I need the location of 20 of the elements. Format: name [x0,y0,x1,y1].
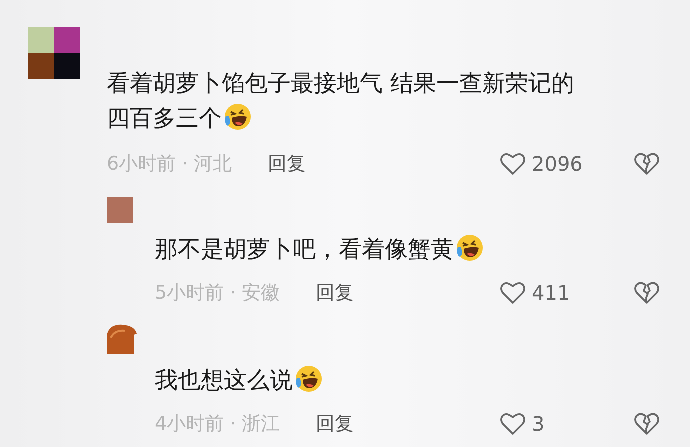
like-count: 411 [532,281,572,305]
broken-heart-icon[interactable] [634,281,660,305]
comment-text: 四百多三个 [107,106,222,132]
comment-text: 那不是胡萝卜吧，看着像蟹黄 [155,237,454,263]
like-count: 3 [532,412,546,436]
reply-link[interactable]: 回复 [316,411,354,437]
time-location: 4小时前 · 浙江 [155,412,280,437]
avatar[interactable] [28,27,80,79]
broken-heart-icon[interactable] [634,412,660,436]
heart-icon[interactable] [500,152,526,176]
time-location: 5小时前 · 安徽 [155,281,280,306]
broken-heart-icon[interactable] [634,152,660,176]
like-count: 2096 [532,152,584,176]
time-location: 6小时前 · 河北 [107,152,232,177]
reply-link[interactable]: 回复 [316,280,354,306]
reply-link[interactable]: 回复 [268,151,306,177]
heart-icon[interactable] [500,412,526,436]
comment-text: 我也想这么说 [155,368,293,394]
comment-text: 看着胡萝卜馅包子最接地气 结果一查新荣记的 [107,71,574,97]
heart-icon[interactable] [500,281,526,305]
